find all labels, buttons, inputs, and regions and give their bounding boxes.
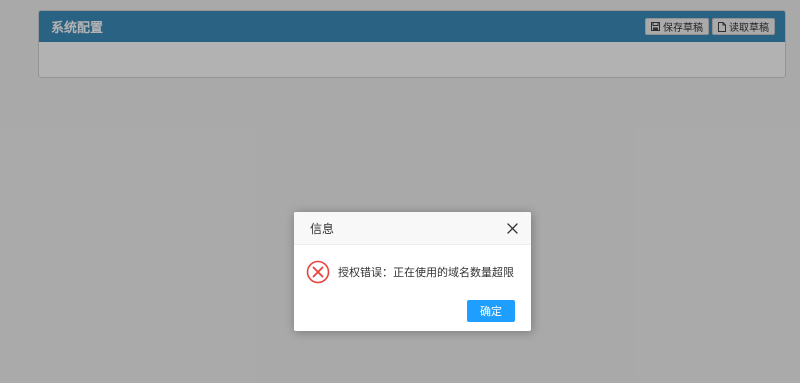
dialog-message: 授权错误：正在使用的域名数量超限 [338, 266, 514, 279]
dialog-body: 授权错误：正在使用的域名数量超限 [294, 245, 531, 286]
confirm-button[interactable]: 确定 [467, 300, 515, 322]
error-circle-icon [306, 260, 330, 284]
close-icon[interactable] [505, 221, 519, 235]
dialog-header: 信息 [294, 212, 531, 245]
info-dialog: 信息 授权错误：正在使用的域名数量超限 确定 [294, 212, 531, 331]
dialog-footer: 确定 [467, 300, 515, 322]
dialog-title: 信息 [310, 221, 335, 236]
